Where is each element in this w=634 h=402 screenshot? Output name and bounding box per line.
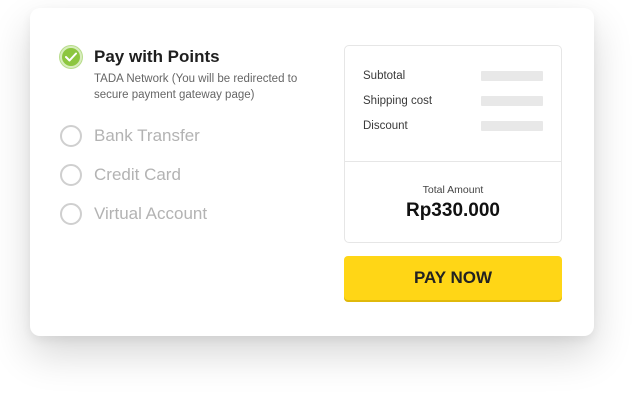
radio-circle-icon[interactable] (60, 164, 82, 186)
radio-circle-icon[interactable] (60, 203, 82, 225)
payment-option-points[interactable]: Pay with Points TADA Network (You will b… (60, 46, 320, 103)
summary-divider (345, 161, 561, 162)
shipping-row: Shipping cost (345, 88, 561, 113)
pay-now-button[interactable]: PAY NOW (344, 256, 562, 300)
payment-option-bank-transfer[interactable]: Bank Transfer (60, 125, 320, 147)
total-label: Total Amount (422, 184, 484, 196)
checkout-card: Pay with Points TADA Network (You will b… (30, 8, 594, 336)
total-value: Rp330.000 (405, 200, 500, 221)
subtotal-row: Subtotal (345, 63, 561, 88)
check-circle-icon[interactable] (60, 46, 82, 68)
payment-option-virtual-account[interactable]: Virtual Account (60, 203, 320, 225)
subtotal-value-placeholder (481, 70, 543, 81)
payment-option-title: Pay with Points (94, 47, 220, 66)
payment-option-title: Credit Card (94, 165, 181, 184)
shipping-value-placeholder (481, 95, 543, 106)
discount-row: Discount (345, 113, 561, 138)
payment-option-title: Virtual Account (94, 204, 208, 223)
radio-circle-icon[interactable] (60, 125, 82, 147)
order-summary: Subtotal Shipping cost Discount Total Am… (344, 45, 562, 243)
payment-option-description: TADA Network (You will be redirected to … (94, 73, 298, 101)
subtotal-label: Subtotal (363, 69, 406, 82)
payment-option-credit-card[interactable]: Credit Card (60, 164, 320, 186)
payment-method-list: Pay with Points TADA Network (You will b… (60, 46, 320, 225)
payment-option-title: Bank Transfer (94, 126, 200, 145)
discount-value-placeholder (481, 120, 543, 131)
shipping-label: Shipping cost (363, 94, 433, 107)
total-amount: Total Amount Rp330.000 (345, 184, 561, 222)
discount-label: Discount (363, 119, 408, 132)
